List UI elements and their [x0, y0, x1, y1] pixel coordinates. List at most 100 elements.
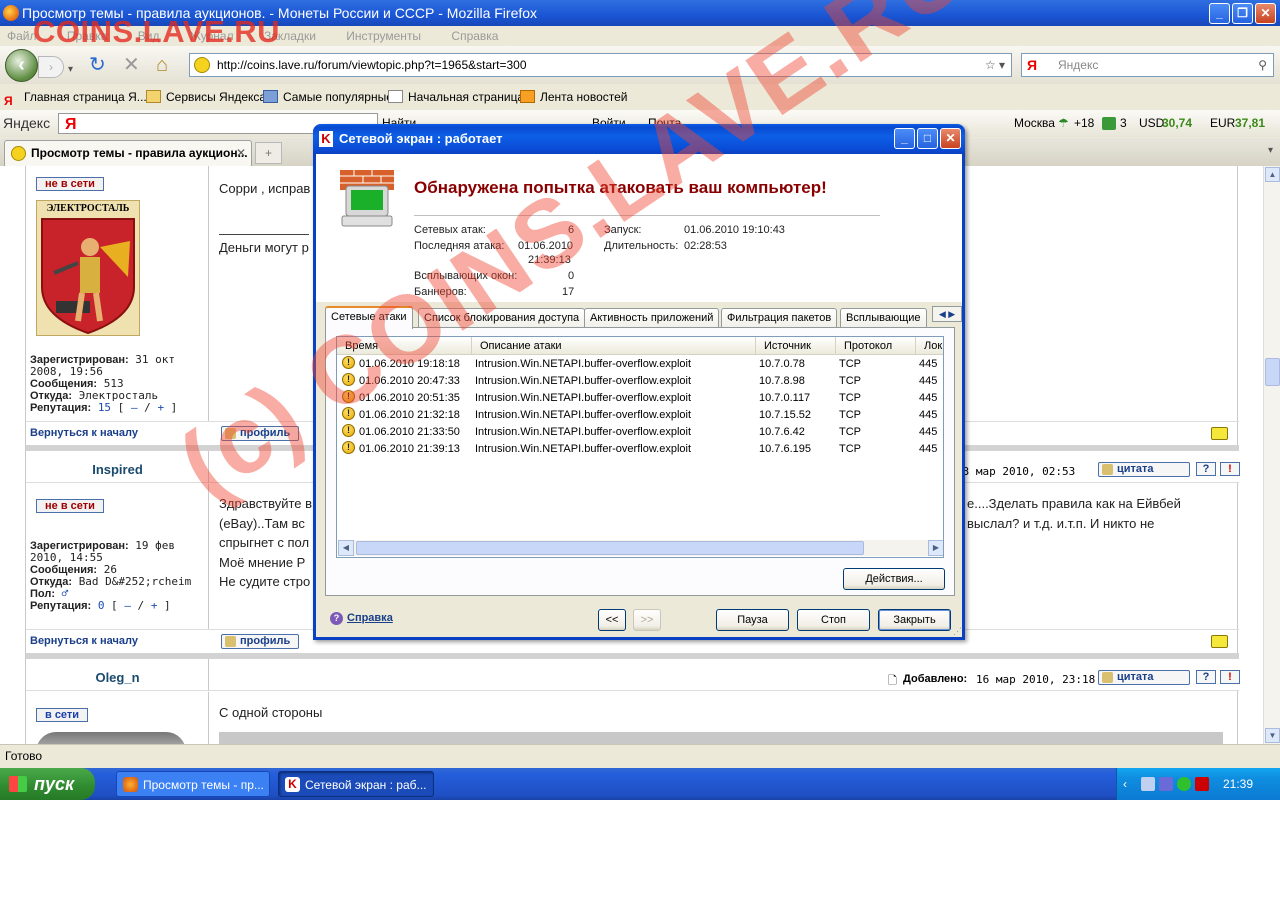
page-icon — [388, 90, 403, 103]
tab-close-icon[interactable]: ✕ — [236, 141, 246, 165]
profile-icon — [225, 636, 236, 647]
column-local-port[interactable]: Лок — [916, 337, 943, 355]
column-source[interactable]: Источник — [756, 337, 836, 355]
rep-minus[interactable]: – — [124, 599, 131, 612]
pause-button[interactable]: Пауза — [716, 609, 789, 631]
weather-city[interactable]: Москва — [1014, 110, 1055, 137]
kaspersky-tray-icon[interactable] — [1195, 777, 1209, 791]
scroll-up-icon[interactable]: ▲ — [1265, 167, 1280, 182]
stop-icon[interactable]: ✕ — [123, 55, 140, 75]
new-tab-button[interactable]: + — [255, 142, 282, 164]
minimize-button[interactable]: _ — [1209, 3, 1230, 24]
bookmark-star-icon[interactable]: ☆ ▾ — [985, 54, 1005, 76]
added-label: Добавлено: — [903, 673, 968, 685]
attack-row[interactable]: ! 01.06.2010 20:51:35 Intrusion.Win.NETAPI… — [337, 390, 943, 407]
close-button[interactable]: ✕ — [1255, 3, 1276, 24]
dialog-minimize-button[interactable]: _ — [894, 128, 915, 149]
male-icon: ♂ — [61, 587, 69, 600]
volume-icon[interactable] — [1159, 777, 1173, 791]
scroll-right-icon[interactable]: ▶ — [928, 540, 943, 556]
reload-icon[interactable]: ↻ — [89, 55, 106, 75]
back-button[interactable]: ‹ — [5, 49, 38, 82]
post3-nick[interactable]: Oleg_n — [26, 670, 209, 685]
kaspersky-icon: K — [319, 131, 333, 147]
home-icon[interactable]: ⌂ — [156, 55, 168, 75]
yandex-icon: Я — [4, 94, 13, 108]
report-button[interactable]: ! — [1220, 670, 1240, 684]
search-placeholder: Яндекс — [1058, 58, 1099, 72]
resize-grip-icon[interactable]: ⋰ — [953, 626, 962, 637]
bookmark-start-page[interactable]: Начальная страница — [388, 86, 524, 108]
help-link[interactable]: ? Справка — [330, 612, 393, 625]
clock[interactable]: 21:39 — [1223, 768, 1253, 800]
rep-plus[interactable]: + — [157, 401, 164, 414]
back-to-top-link[interactable]: Вернуться к началу — [30, 635, 138, 647]
scroll-left-icon[interactable]: ◀ — [338, 540, 354, 556]
attack-row[interactable]: ! 01.06.2010 21:39:13 Intrusion.Win.NETAPI… — [337, 441, 943, 458]
back-to-top-link[interactable]: Вернуться к началу — [30, 427, 138, 439]
bookmark-yandex-services[interactable]: Сервисы Яндекса — [146, 86, 266, 108]
attack-protocol: TCP — [839, 358, 861, 370]
dialog-close-button[interactable]: ✕ — [940, 128, 961, 149]
scroll-thumb[interactable] — [1265, 358, 1280, 386]
tab-app-activity[interactable]: Активность приложений — [584, 308, 720, 328]
attack-protocol: TCP — [839, 409, 861, 421]
report-button[interactable]: ! — [1220, 462, 1240, 476]
post2-status-badge: не в сети — [36, 499, 104, 513]
search-input[interactable]: Я Яндекс ⚲ — [1021, 53, 1274, 77]
attack-row[interactable]: ! 01.06.2010 21:32:18 Intrusion.Win.NETAPI… — [337, 407, 943, 424]
profile-button[interactable]: профиль — [221, 634, 300, 649]
yandex-logo[interactable]: Яндекс — [3, 110, 50, 137]
quote-button[interactable]: цитата — [1098, 670, 1190, 685]
dialog-maximize-button[interactable]: □ — [917, 128, 938, 149]
network-icon[interactable] — [1141, 777, 1155, 791]
forward-button[interactable]: › — [38, 56, 64, 78]
rep-plus[interactable]: + — [151, 599, 158, 612]
start-button[interactable]: пуск — [0, 768, 95, 800]
rep-value[interactable]: 15 — [98, 401, 111, 414]
task-firewall[interactable]: K Сетевой экран : раб... — [278, 771, 434, 797]
actions-button[interactable]: Действия... — [843, 568, 945, 590]
column-protocol[interactable]: Протокол — [836, 337, 916, 355]
tab-popups[interactable]: Всплывающие — [840, 308, 927, 328]
page-scrollbar[interactable]: ▲ ▼ — [1263, 166, 1280, 744]
menu-help[interactable]: Справка — [451, 29, 498, 43]
hscroll-thumb[interactable] — [356, 541, 864, 555]
rep-minus[interactable]: – — [131, 401, 138, 414]
bookmark-popular[interactable]: Самые популярные — [263, 86, 393, 108]
history-dropdown-icon[interactable]: ▾ — [68, 60, 73, 80]
tray-expand-icon[interactable]: ‹ — [1123, 768, 1127, 800]
tab-forum-topic[interactable]: Просмотр темы - правила аукцион... ✕ — [4, 140, 252, 166]
attacks-list-hscrollbar[interactable]: ◀ ▶ — [338, 540, 943, 556]
attack-row[interactable]: ! 01.06.2010 21:33:50 Intrusion.Win.NETAPI… — [337, 424, 943, 441]
windows-logo-icon — [9, 776, 27, 792]
stop-button[interactable]: Стоп — [797, 609, 870, 631]
tab-list-icon[interactable]: ▾ — [1268, 145, 1273, 156]
tab-packet-filter[interactable]: Фильтрация пакетов — [721, 308, 838, 328]
taskbar: пуск Просмотр темы - пр... K Сетевой экра… — [0, 768, 1280, 800]
prev-button[interactable]: << — [598, 609, 626, 631]
task-firefox[interactable]: Просмотр темы - пр... — [116, 771, 270, 797]
search-icon[interactable]: ⚲ — [1258, 54, 1267, 76]
post2-nick[interactable]: Inspired — [26, 462, 209, 477]
post2-text-line: Моё мнение Р — [219, 554, 306, 570]
help-button[interactable]: ? — [1196, 462, 1216, 476]
bookmark-news-feed[interactable]: Лента новостей — [520, 86, 628, 108]
task-label: Просмотр темы - пр... — [143, 778, 264, 792]
tab-scroll-arrows-icon[interactable]: ◀ ▶ — [932, 306, 962, 322]
column-description[interactable]: Описание атаки — [472, 337, 756, 355]
next-button[interactable]: >> — [633, 609, 661, 631]
post3-status-badge: в сети — [36, 708, 89, 722]
bookmark-yandex-home[interactable]: Я Главная страница Я... — [4, 86, 147, 108]
mail-icon[interactable] — [1102, 117, 1116, 130]
scroll-down-icon[interactable]: ▼ — [1265, 728, 1280, 743]
restore-button[interactable]: ❐ — [1232, 3, 1253, 24]
menu-tools[interactable]: Инструменты — [346, 29, 421, 43]
attack-description: Intrusion.Win.NETAPI.buffer-overflow.exp… — [475, 358, 692, 370]
quote-button[interactable]: цитата — [1098, 462, 1190, 477]
close-dialog-button[interactable]: Закрыть — [878, 609, 951, 631]
rep-value[interactable]: 0 — [98, 599, 105, 612]
icq-icon[interactable] — [1177, 777, 1191, 791]
help-button[interactable]: ? — [1196, 670, 1216, 684]
attack-time: 01.06.2010 21:39:13 — [359, 443, 460, 455]
